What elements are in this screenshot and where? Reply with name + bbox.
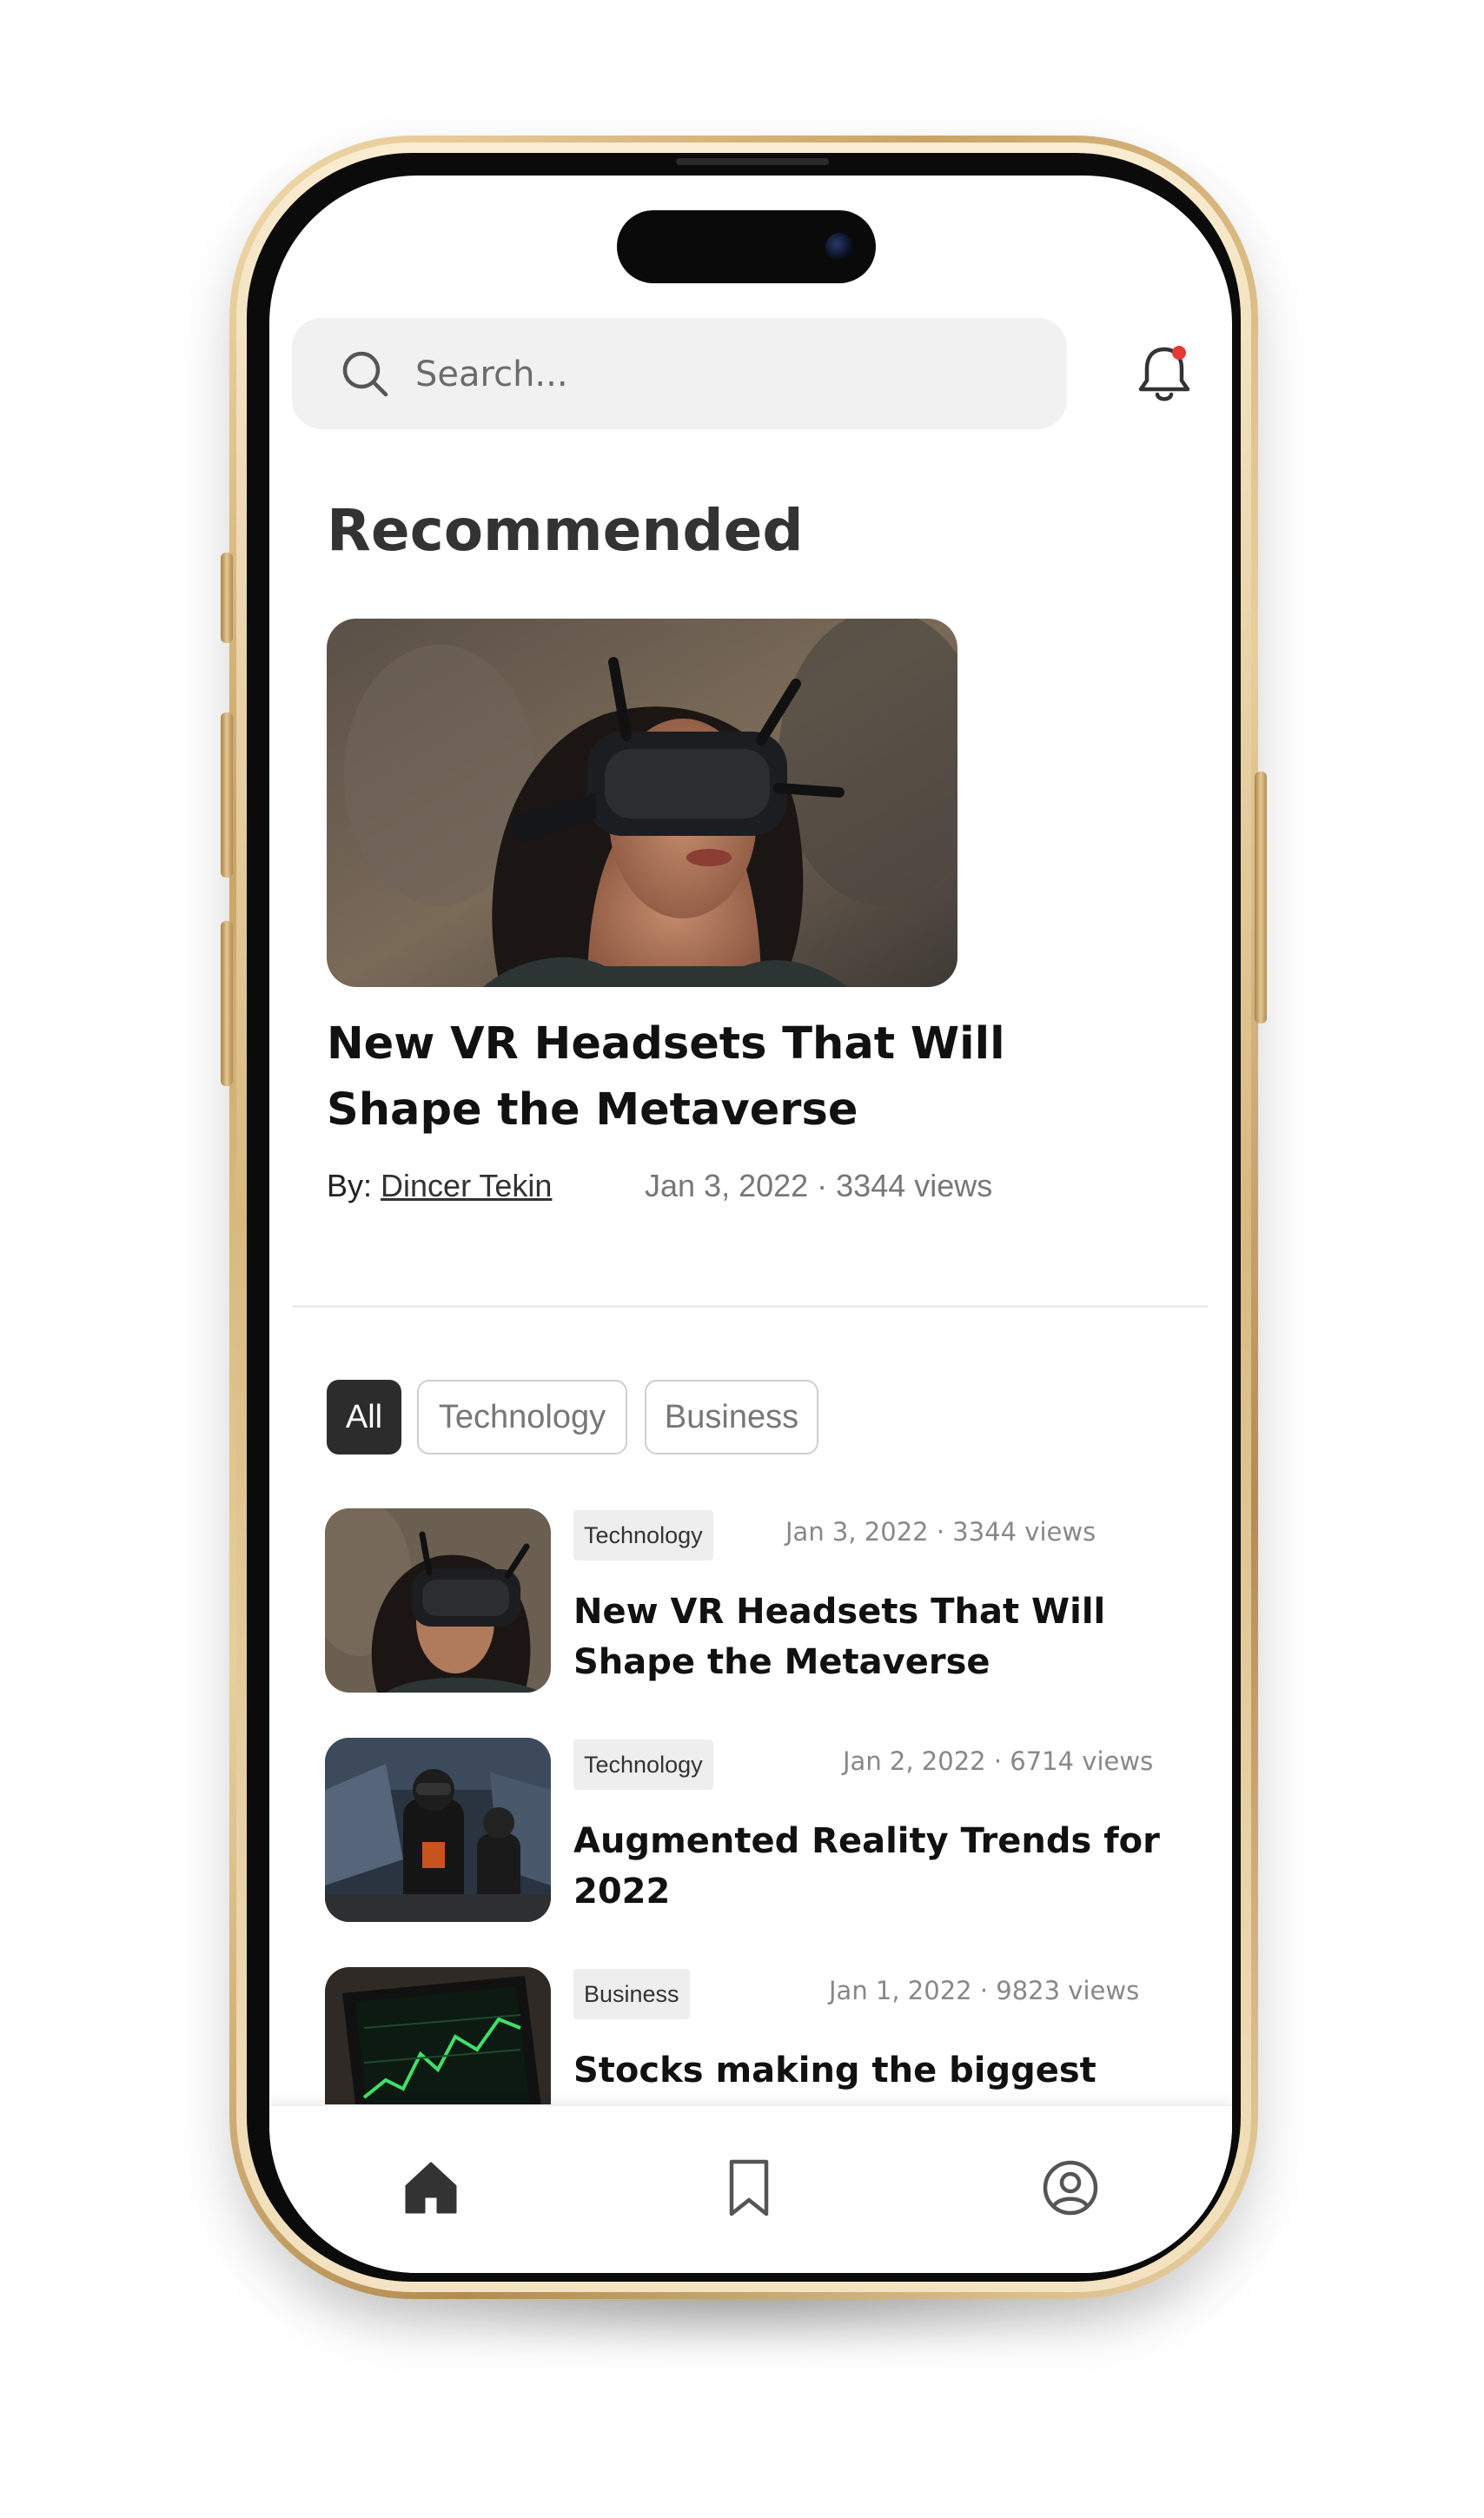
article-title: Augmented Reality Trends for 2022 — [573, 1821, 1160, 1912]
filter-chip-technology[interactable]: Technology — [417, 1380, 627, 1454]
notifications-button[interactable] — [1133, 342, 1196, 408]
notification-dot — [1172, 346, 1186, 360]
user-circle-icon — [1043, 2160, 1098, 2216]
app-screen: Recommended — [269, 176, 1232, 2273]
featured-date-views: Jan 3, 2022 · 3344 views — [645, 1168, 993, 1203]
nav-bookmarks-button[interactable] — [718, 2157, 780, 2219]
nav-home-button[interactable] — [400, 2157, 462, 2219]
bell-icon — [1138, 346, 1190, 401]
article-thumbnail — [325, 1738, 551, 1922]
front-camera — [825, 233, 853, 261]
search-bar[interactable] — [292, 318, 1067, 429]
action-button — [221, 553, 233, 643]
power-button — [1255, 772, 1267, 1024]
article-date-views: Jan 3, 2022 · 3344 views — [785, 1517, 1096, 1547]
search-icon — [342, 351, 388, 397]
section-divider — [292, 1305, 1208, 1308]
bookmark-icon — [729, 2159, 769, 2217]
author-link[interactable]: Dincer Tekin — [381, 1168, 552, 1203]
volume-down-button — [221, 921, 233, 1086]
featured-article-title[interactable]: New VR Headsets That Will Shape the Meta… — [327, 1011, 1039, 1143]
vr-arena-thumb — [325, 1738, 551, 1922]
article-list-item[interactable]: Technology Jan 2, 2022 · 6714 views Augm… — [325, 1738, 1194, 1924]
section-title-recommended: Recommended — [327, 497, 804, 564]
bottom-navigation — [269, 2104, 1232, 2273]
nav-profile-button[interactable] — [1039, 2157, 1102, 2219]
vr-headset-photo — [327, 619, 957, 987]
filter-chip-business[interactable]: Business — [645, 1380, 818, 1454]
article-title: New VR Headsets That Will Shape the Meta… — [573, 1592, 1106, 1682]
category-tag: Technology — [573, 1510, 713, 1560]
speaker-grille — [676, 158, 829, 165]
article-thumbnail — [325, 1508, 551, 1693]
featured-article-meta: By: Dincer Tekin Jan 3, 2022 · 3344 view… — [327, 1168, 1109, 1204]
article-date-views: Jan 2, 2022 · 6714 views — [843, 1746, 1154, 1776]
category-tag: Technology — [573, 1739, 713, 1790]
home-icon — [405, 2162, 457, 2214]
volume-up-button — [221, 712, 233, 878]
dynamic-island — [617, 210, 876, 283]
article-list-item[interactable]: Technology Jan 3, 2022 · 3344 views New … — [325, 1508, 1194, 1694]
article-date-views: Jan 1, 2022 · 9823 views — [829, 1976, 1140, 2005]
search-input[interactable] — [414, 339, 1025, 410]
featured-article-image[interactable] — [327, 619, 957, 987]
category-tag: Business — [573, 1969, 690, 2019]
vr-headset-thumb — [325, 1508, 551, 1693]
filter-chip-all[interactable]: All — [327, 1380, 401, 1454]
by-label: By: — [327, 1168, 373, 1203]
